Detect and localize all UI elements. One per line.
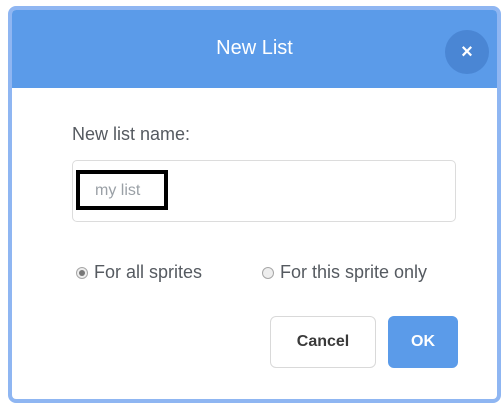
cancel-button[interactable]: Cancel [270, 316, 376, 368]
radio-label-this-sprite-only: For this sprite only [280, 262, 428, 282]
ok-button[interactable]: OK [388, 316, 458, 368]
dialog-header: New List × [12, 10, 497, 88]
list-name-placeholder: my list [95, 182, 141, 199]
close-icon: × [461, 41, 473, 63]
screen: New List × New list name: my list For al… [0, 0, 502, 407]
radio-unchecked-icon [262, 266, 274, 279]
close-button[interactable]: × [445, 30, 489, 74]
radio-for-this-sprite-only[interactable]: For this sprite only [262, 262, 427, 283]
radio-label-all-sprites: For all sprites [94, 262, 203, 282]
list-name-input[interactable]: my list [72, 160, 456, 222]
radio-checked-icon [76, 266, 88, 279]
dialog-title: New List [216, 37, 293, 59]
radio-for-all-sprites[interactable]: For all sprites [76, 262, 202, 283]
list-name-label: New list name: [72, 124, 191, 144]
new-list-dialog: New List × New list name: my list For al… [8, 6, 501, 403]
